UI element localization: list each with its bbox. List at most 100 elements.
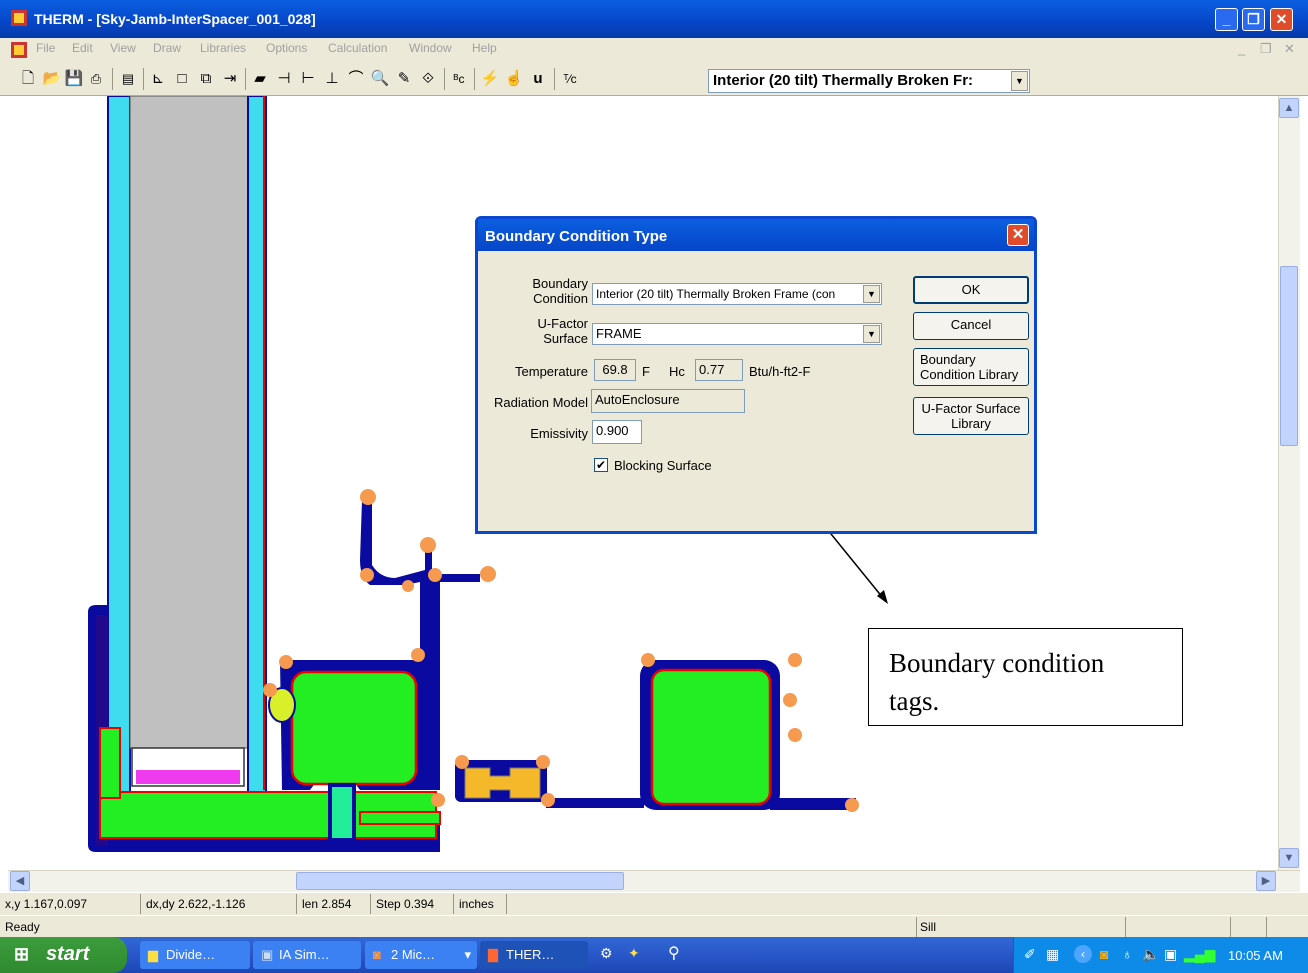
frame-lip[interactable]	[359, 811, 441, 825]
properties-icon[interactable]: ▤	[118, 69, 138, 89]
scroll-up-icon[interactable]: ▲	[1279, 98, 1299, 118]
toolbar-separator	[112, 68, 113, 90]
tray-icon[interactable]: ✐	[1024, 946, 1036, 963]
chevron-down-icon[interactable]: ▼	[863, 285, 880, 303]
horizontal-scrollbar[interactable]: ◀ ▶	[8, 870, 1300, 892]
menu-view[interactable]: View	[110, 41, 136, 55]
mdi-restore-icon[interactable]: ❐	[1260, 41, 1272, 57]
task-divide[interactable]: ▆ Divide…	[140, 941, 250, 969]
frame-cavity-2[interactable]	[650, 668, 772, 806]
radiation-model-field[interactable]: AutoEnclosure	[591, 389, 745, 413]
scroll-down-icon[interactable]: ▼	[1279, 848, 1299, 868]
snap-icon[interactable]: ⊥	[322, 69, 342, 89]
boundary-condition-select[interactable]: Interior (20 tilt) Thermally Broken Fr: …	[708, 69, 1030, 93]
thermal-break[interactable]	[328, 783, 356, 842]
frame-fin[interactable]	[360, 500, 480, 585]
windows-logo-icon: ⊞	[14, 944, 30, 964]
u-factor-icon[interactable]: u	[528, 69, 548, 89]
frame-sill-edge[interactable]	[99, 727, 121, 799]
tray-expand-icon[interactable]: ‹	[1074, 945, 1092, 963]
menu-calculation[interactable]: Calculation	[328, 41, 387, 55]
glazing-gap[interactable]	[129, 96, 249, 749]
new-file-icon[interactable]: 🗋	[18, 69, 38, 89]
task-microsoft-group[interactable]: ◙ 2 Mic… ▾	[365, 941, 477, 969]
status-divider	[506, 894, 507, 914]
menu-draw[interactable]: Draw	[153, 41, 181, 55]
minimize-button[interactable]: _	[1215, 8, 1238, 31]
network-icon[interactable]: ▣	[1164, 946, 1177, 963]
boundary-condition-library-button[interactable]: Boundary Condition Library	[913, 348, 1029, 386]
boundary-condition-dropdown[interactable]: Interior (20 tilt) Thermally Broken Fram…	[592, 283, 882, 305]
u-factor-surface-dropdown[interactable]: FRAME ▼	[592, 323, 882, 345]
hc-field[interactable]: 0.77	[695, 359, 743, 381]
glazing-pane-outer[interactable]	[107, 96, 131, 797]
locator-icon[interactable]: ⇥	[220, 69, 240, 89]
hand-icon[interactable]: ☝	[504, 69, 524, 89]
cancel-button[interactable]: Cancel	[913, 312, 1029, 340]
start-button[interactable]: ⊞ start	[0, 937, 127, 973]
tray-icon[interactable]: ♁	[1122, 946, 1133, 962]
connector-bar[interactable]	[546, 798, 644, 808]
quicklaunch-icon[interactable]: ⚙	[600, 945, 613, 962]
pencil-icon[interactable]: ✎	[394, 69, 414, 89]
task-ia-sim[interactable]: ▣ IA Sim…	[253, 941, 361, 969]
status-divider	[1266, 917, 1267, 937]
polygon-draw-icon[interactable]: ⊾	[148, 69, 168, 89]
rotate-icon[interactable]: ⟐	[418, 69, 438, 89]
menu-libraries[interactable]: Libraries	[200, 41, 246, 55]
menu-help[interactable]: Help	[472, 41, 497, 55]
toolbar-separator	[444, 68, 445, 90]
quicklaunch-icon[interactable]: ⚲	[668, 943, 680, 963]
scroll-right-icon[interactable]: ▶	[1256, 871, 1276, 891]
menu-options[interactable]: Options	[266, 41, 307, 55]
menu-window[interactable]: Window	[409, 41, 452, 55]
calculate-icon[interactable]: ⚡	[480, 69, 500, 89]
u-factor-surface-library-button[interactable]: U-Factor Surface Library	[913, 397, 1029, 435]
tray-icon[interactable]: ◙	[1100, 946, 1108, 962]
start-label: start	[46, 943, 90, 965]
vertical-scrollbar[interactable]: ▲ ▼	[1278, 96, 1300, 870]
signal-icon[interactable]: ▂▄▆	[1184, 946, 1215, 963]
save-icon[interactable]: 💾	[64, 69, 84, 89]
copy-polygon-icon[interactable]: ⧉	[196, 69, 216, 89]
rectangle-draw-icon[interactable]: □	[172, 69, 192, 89]
dialog-close-button[interactable]: ✕	[1007, 224, 1029, 246]
volume-icon[interactable]: 🔈	[1142, 946, 1159, 963]
vertical-scroll-thumb[interactable]	[1280, 266, 1298, 446]
menu-file[interactable]: File	[36, 41, 55, 55]
scroll-left-icon[interactable]: ◀	[10, 871, 30, 891]
move-point-icon[interactable]: ⊣	[274, 69, 294, 89]
tray-icon[interactable]: ▦	[1046, 946, 1059, 963]
quicklaunch-icon[interactable]: ✦	[628, 945, 640, 962]
close-button[interactable]: ✕	[1270, 8, 1293, 31]
fill-void-icon[interactable]: ▰	[250, 69, 270, 89]
open-folder-icon[interactable]: 📂	[42, 69, 62, 89]
frame-tail[interactable]	[770, 798, 856, 810]
menu-edit[interactable]: Edit	[72, 41, 93, 55]
clock[interactable]: 10:05 AM	[1228, 948, 1283, 963]
toolbar-separator	[143, 68, 144, 90]
task-label: 2 Mic…	[391, 947, 436, 962]
desiccant[interactable]	[136, 770, 240, 784]
blocking-surface-checkbox[interactable]: ✔	[594, 458, 608, 472]
status-divider	[1125, 917, 1126, 937]
print-icon[interactable]: ⎙	[86, 69, 106, 89]
mdi-minimize-icon[interactable]: _	[1238, 41, 1245, 56]
horizontal-scroll-thumb[interactable]	[296, 872, 624, 890]
insert-point-icon[interactable]: ⊢	[298, 69, 318, 89]
chevron-down-icon[interactable]: ▼	[1011, 71, 1028, 91]
arc-icon[interactable]: ⌒	[346, 69, 366, 89]
task-label: Divide…	[166, 947, 216, 962]
emissivity-field[interactable]: 0.900	[592, 420, 642, 444]
temperature-fraction-icon[interactable]: ᵀ⁄c	[560, 69, 580, 89]
task-therm[interactable]: ▇ THER…	[480, 941, 588, 969]
callout-line-1: Boundary condition	[889, 648, 1105, 678]
ok-button[interactable]: OK	[913, 276, 1029, 304]
boundary-conditions-icon[interactable]: ᴮc	[449, 69, 469, 89]
mdi-close-icon[interactable]: ✕	[1284, 41, 1295, 57]
frame-cavity-1[interactable]	[290, 670, 418, 786]
zoom-icon[interactable]: 🔍	[370, 69, 390, 89]
temperature-field[interactable]: 69.8	[594, 359, 636, 381]
chevron-down-icon[interactable]: ▼	[863, 325, 880, 343]
maximize-button[interactable]: ❐	[1242, 8, 1265, 31]
